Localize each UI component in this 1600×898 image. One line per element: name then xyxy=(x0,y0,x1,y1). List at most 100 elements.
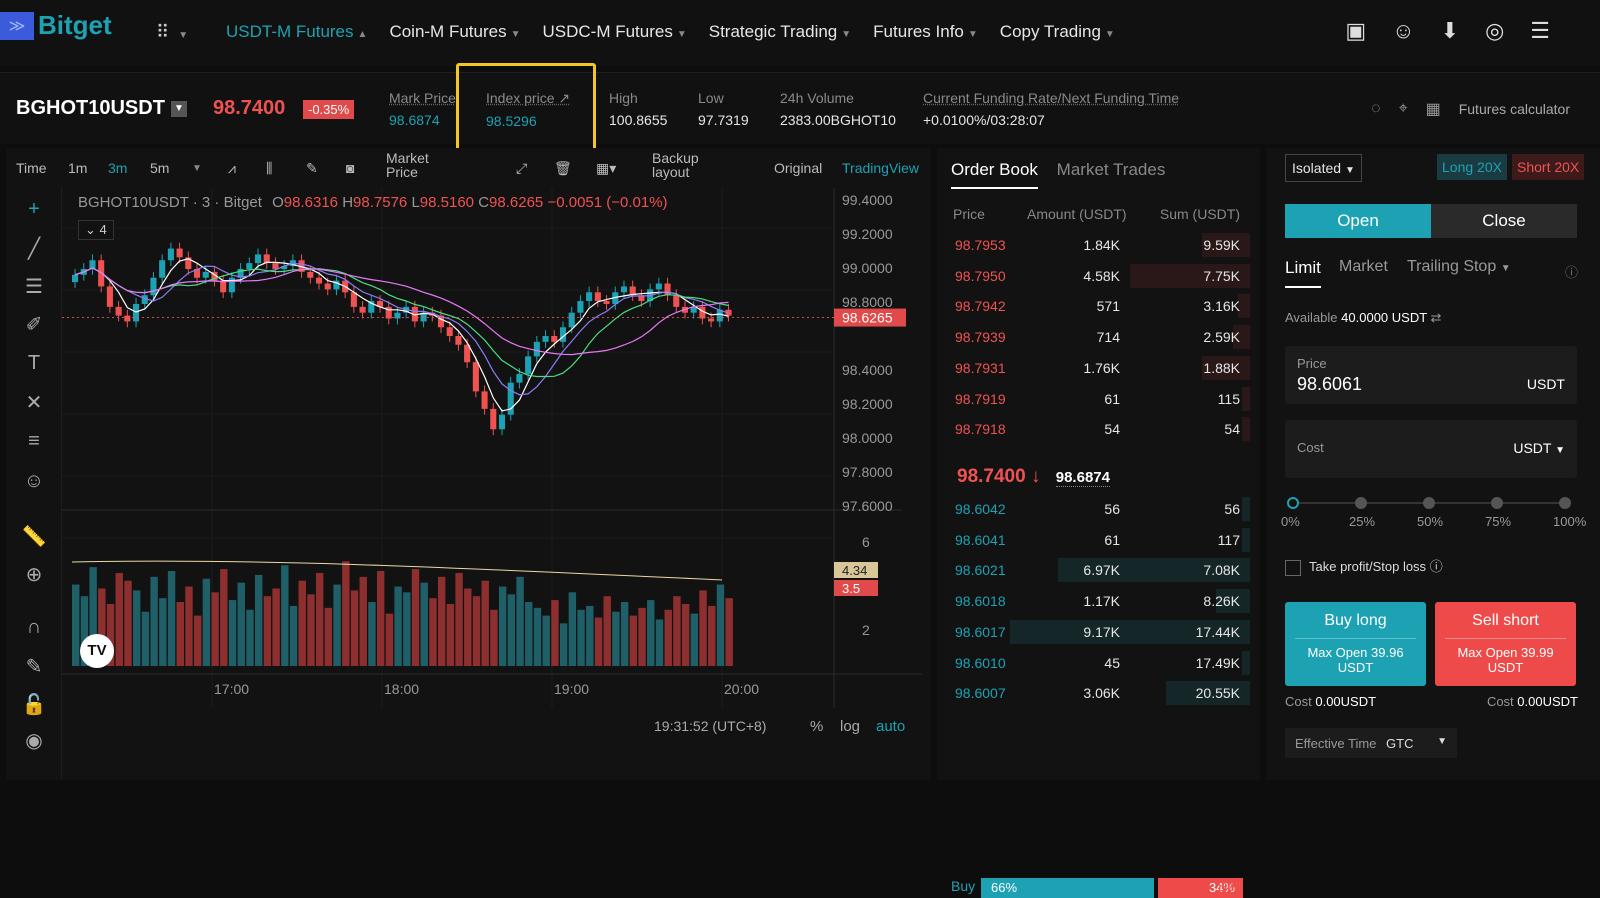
ask-row[interactable]: 98.7953 1.84K 9.59K xyxy=(937,230,1260,260)
log-scale-toggle[interactable]: log xyxy=(840,718,860,735)
cost-input[interactable]: Cost USDT ▼ xyxy=(1285,420,1577,478)
slider-mark-label: 25% xyxy=(1349,514,1376,529)
slider-dot[interactable] xyxy=(1287,497,1299,509)
fib-icon[interactable]: ≡ xyxy=(20,430,48,458)
ask-row[interactable]: 98.7950 4.58K 7.75K xyxy=(937,261,1260,291)
logo[interactable]: ≫ Bitget xyxy=(0,10,112,41)
apps-grid-icon[interactable]: ⠿ ▼ xyxy=(156,22,188,43)
chart-icon[interactable]: ◌ xyxy=(1371,100,1381,118)
cost-unit-dropdown[interactable]: USDT ▼ xyxy=(1513,440,1565,456)
bid-row[interactable]: 98.6017 9.17K 17.44K xyxy=(937,617,1260,647)
buy-ratio-label: Buy xyxy=(951,878,976,894)
bid-row[interactable]: 98.6042 56 56 xyxy=(937,494,1260,524)
order-type-market[interactable]: Market xyxy=(1339,258,1388,276)
location-pin-icon[interactable]: ⌖ xyxy=(1399,100,1408,118)
settings-icon[interactable]: ☰ xyxy=(1530,18,1550,44)
ask-row[interactable]: 98.7919 61 115 xyxy=(937,384,1260,414)
tab-market-trades[interactable]: Market Trades xyxy=(1057,160,1166,179)
auto-scale-toggle[interactable]: auto xyxy=(876,718,905,735)
wallet-icon[interactable]: ▣ xyxy=(1345,18,1366,44)
volume-bar xyxy=(690,613,699,666)
indicator-toggle[interactable]: ⌄ 4 xyxy=(78,220,114,240)
trend-line-icon[interactable]: ╱ xyxy=(20,236,48,264)
percent-scale-toggle[interactable]: % xyxy=(810,718,823,735)
funding-label[interactable]: Current Funding Rate/Next Funding Time xyxy=(923,90,1179,106)
ask-row[interactable]: 98.7931 1.76K 1.88K xyxy=(937,353,1260,383)
nav-coin-m-futures[interactable]: Coin-M Futures ▼ xyxy=(389,22,520,42)
nav-copy-trading[interactable]: Copy Trading ▼ xyxy=(1000,22,1115,42)
camera-icon[interactable]: ◙ xyxy=(346,160,354,176)
order-type-trailing[interactable]: Trailing Stop ▼ xyxy=(1407,258,1511,276)
buy-long-button[interactable]: Buy long Max Open 39.96 USDT xyxy=(1285,602,1426,686)
transfer-icon[interactable]: ⇄ xyxy=(1431,310,1442,325)
ask-row[interactable]: 98.7939 714 2.59K xyxy=(937,322,1260,352)
tpsl-checkbox[interactable] xyxy=(1285,559,1301,576)
interval-5m[interactable]: 5m xyxy=(150,160,169,176)
info-icon[interactable]: ⓘ xyxy=(1430,559,1443,574)
brush-icon[interactable]: ✐ xyxy=(20,312,48,340)
pencil-lock-icon[interactable]: ✎ xyxy=(20,654,48,682)
text-tool-icon[interactable]: T xyxy=(20,352,48,380)
slider-dot[interactable] xyxy=(1491,497,1503,509)
fullscreen-icon[interactable]: ⤢ xyxy=(516,160,527,177)
tradingview-tab[interactable]: TradingView xyxy=(842,160,919,176)
long-leverage-button[interactable]: Long 20X xyxy=(1437,154,1507,180)
effective-time-dropdown[interactable]: Effective Time GTC ▼ xyxy=(1285,728,1457,758)
tab-order-book[interactable]: Order Book xyxy=(951,160,1038,189)
interval-3m[interactable]: 3m xyxy=(108,160,127,176)
mid-mark-price[interactable]: 98.6874 xyxy=(1055,469,1110,487)
ask-row[interactable]: 98.7918 54 54 xyxy=(937,414,1260,444)
nav-usdt-m-futures[interactable]: USDT-M Futures ▲ xyxy=(226,22,367,42)
slider-dot[interactable] xyxy=(1559,497,1571,509)
price-input[interactable]: Price 98.6061 USDT xyxy=(1285,346,1577,404)
sell-short-button[interactable]: Sell short Max Open 39.99 USDT xyxy=(1435,602,1576,686)
bid-row[interactable]: 98.6010 45 17.49K xyxy=(937,648,1260,678)
volume-bar xyxy=(655,619,664,666)
candle-type-icon[interactable]: ⫼ xyxy=(266,160,272,177)
bid-row[interactable]: 98.6041 61 117 xyxy=(937,525,1260,555)
futures-calculator-link[interactable]: Futures calculator xyxy=(1459,101,1570,117)
short-leverage-button[interactable]: Short 20X xyxy=(1512,154,1585,180)
bid-row[interactable]: 98.6021 6.97K 7.08K xyxy=(937,555,1260,585)
nav-futures-info[interactable]: Futures Info ▼ xyxy=(873,22,978,42)
price-chart[interactable]: 99.4000 99.2000 99.0000 98.8000 98.4000 98.20… xyxy=(62,188,931,778)
slider-dot[interactable] xyxy=(1423,497,1435,509)
open-tab[interactable]: Open xyxy=(1285,204,1431,238)
eye-icon[interactable]: ◉ xyxy=(20,728,48,756)
info-icon[interactable]: ⓘ xyxy=(1565,262,1578,281)
zoom-icon[interactable]: ⊕ xyxy=(20,562,48,590)
mark-price-label[interactable]: Mark Price xyxy=(389,90,456,106)
horizontal-lines-icon[interactable]: ☰ xyxy=(20,274,48,302)
backup-layout-dropdown[interactable]: Backup layout xyxy=(652,151,712,179)
nav-strategic-trading[interactable]: Strategic Trading ▼ xyxy=(709,22,851,42)
ruler-icon[interactable]: 📏 xyxy=(20,524,48,552)
close-tab[interactable]: Close xyxy=(1431,204,1577,238)
pattern-icon[interactable]: ✕ xyxy=(20,390,48,418)
user-icon[interactable]: ☺ xyxy=(1392,18,1414,44)
interval-1m[interactable]: 1m xyxy=(68,160,87,176)
globe-icon[interactable]: ◎ xyxy=(1485,18,1504,44)
indicator-icon[interactable]: ⩘ xyxy=(228,160,236,177)
delete-icon[interactable]: 🗑 xyxy=(554,160,572,177)
lock-icon[interactable]: 🔓 xyxy=(20,692,48,720)
order-type-limit[interactable]: Limit xyxy=(1285,258,1321,288)
slider-dot[interactable] xyxy=(1355,497,1367,509)
download-icon[interactable]: ⬇ xyxy=(1441,18,1459,44)
expand-icon[interactable]: ≫ xyxy=(0,11,34,40)
layout-grid-icon[interactable]: ▦▾ xyxy=(596,160,616,177)
calculator-icon[interactable]: ▦ xyxy=(1426,99,1441,119)
chevron-down-icon[interactable]: ▼ xyxy=(192,163,202,174)
bid-row[interactable]: 98.6018 1.17K 8.26K xyxy=(937,586,1260,616)
margin-mode-dropdown[interactable]: Isolated ▼ xyxy=(1285,154,1362,182)
nav-usdc-m-futures[interactable]: USDC-M Futures ▼ xyxy=(542,22,686,42)
crosshair-icon[interactable]: + xyxy=(20,198,48,226)
original-view-tab[interactable]: Original xyxy=(774,160,822,176)
magnet-icon[interactable]: ∩ xyxy=(20,616,48,644)
symbol-selector[interactable]: BGHOT10USDT ▼ xyxy=(16,97,187,120)
bid-row[interactable]: 98.6007 3.06K 20.55K xyxy=(937,678,1260,708)
market-price-dropdown[interactable]: Market Price xyxy=(386,151,446,179)
emoji-icon[interactable]: ☺ xyxy=(20,470,48,498)
edit-icon[interactable]: ✎ xyxy=(306,160,318,177)
tradingview-logo-icon[interactable]: TV xyxy=(80,634,114,668)
ask-row[interactable]: 98.7942 571 3.16K xyxy=(937,291,1260,321)
